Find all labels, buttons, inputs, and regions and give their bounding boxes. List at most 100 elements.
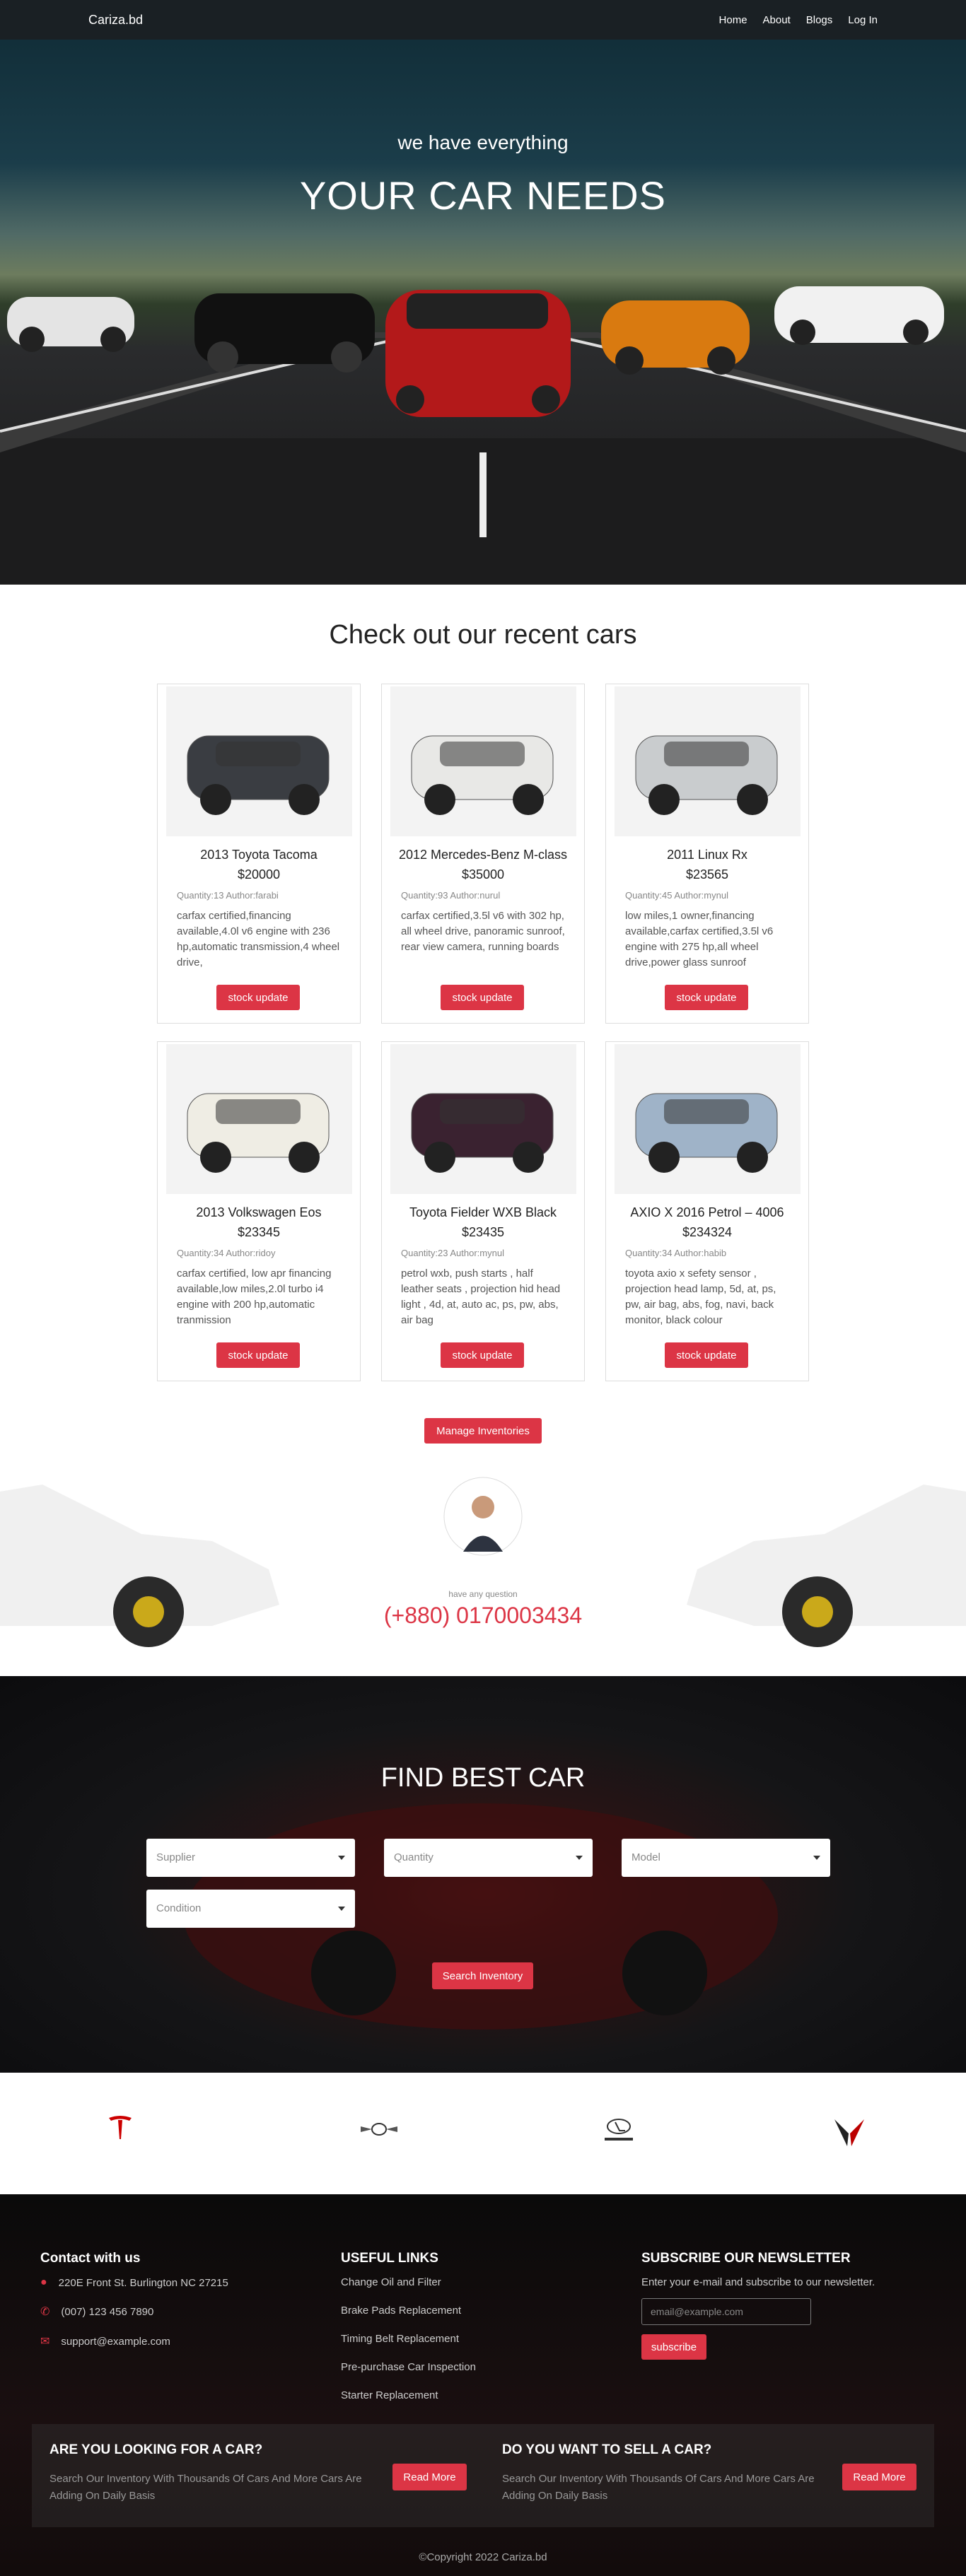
car-description: toyota axio x sefety sensor , projection… bbox=[625, 1267, 776, 1326]
recent-cars-section: Check out our recent cars bbox=[0, 585, 966, 650]
car-description: carfax certified,financing available,4.0… bbox=[177, 910, 340, 968]
footer-link[interactable]: Change Oil and Filter bbox=[341, 2276, 476, 2288]
car-grid: 2013 Toyota Tacoma $20000 Quantity:13 Auth… bbox=[157, 684, 809, 1381]
nav-about[interactable]: About bbox=[763, 14, 791, 26]
email-text[interactable]: support@example.com bbox=[61, 2336, 170, 2348]
links-title: USEFUL LINKS bbox=[341, 2251, 438, 2266]
footer-link[interactable]: Pre-purchase Car Inspection bbox=[341, 2361, 476, 2373]
email-row: ✉ support@example.com bbox=[40, 2334, 228, 2348]
newsletter-title: SUBSCRIBE OUR NEWSLETTER bbox=[641, 2251, 851, 2266]
model-select-value: Model bbox=[632, 1851, 661, 1863]
newsletter-text: Enter your e-mail and subscribe to our n… bbox=[641, 2276, 875, 2288]
car-price: $234324 bbox=[682, 1225, 733, 1239]
hero-subtitle: we have everything bbox=[397, 131, 569, 153]
quantity-select-value: Quantity bbox=[394, 1851, 433, 1863]
footer: Contact with us ● 220E Front St. Burlingt… bbox=[0, 2194, 966, 2576]
promo-bar: ARE YOU LOOKING FOR A CAR? Search Our In… bbox=[32, 2424, 934, 2527]
promo-sell-text: Search Our Inventory With Thousands Of C… bbox=[502, 2473, 815, 2502]
section-title: Check out our recent cars bbox=[329, 620, 637, 650]
car-meta: Quantity:45 Author:mynul bbox=[625, 890, 728, 901]
contact-phone[interactable]: (+880) 0170003434 bbox=[0, 1603, 966, 1629]
read-more-button[interactable]: Read More bbox=[392, 2464, 467, 2490]
phone-text[interactable]: (007) 123 456 7890 bbox=[61, 2306, 153, 2318]
quantity-select[interactable]: Quantity bbox=[384, 1839, 593, 1877]
condition-select[interactable]: Condition bbox=[146, 1890, 355, 1928]
mail-icon: ✉ bbox=[40, 2336, 50, 2348]
car-price: $23345 bbox=[237, 1225, 281, 1239]
car-meta: Quantity:93 Author:nurul bbox=[401, 890, 501, 901]
hero-banner: we have everything YOUR CAR NEEDS bbox=[0, 0, 966, 585]
car-name: 2012 Mercedes-Benz M-class bbox=[398, 848, 568, 862]
car-card: 2013 Volkswagen Eos $23345 Quantity:34 Aut… bbox=[157, 1041, 361, 1381]
car-image bbox=[390, 1044, 576, 1194]
footer-link[interactable]: Starter Replacement bbox=[341, 2389, 476, 2401]
car-price: $23565 bbox=[685, 867, 729, 882]
car-name: 2013 Toyota Tacoma bbox=[200, 848, 318, 862]
location-icon: ● bbox=[40, 2276, 47, 2288]
manage-inventories-button[interactable]: Manage Inventories bbox=[424, 1418, 542, 1444]
stock-update-button[interactable]: stock update bbox=[665, 985, 748, 1010]
search-inventory-button[interactable]: Search Inventory bbox=[432, 1962, 533, 1989]
car-description: carfax certified,3.5l v6 with 302 hp, al… bbox=[401, 910, 565, 953]
nav-links: Home About Blogs Log In bbox=[719, 14, 878, 26]
car-card: AXIO X 2016 Petrol – 4006 $234324 Quantity… bbox=[605, 1041, 809, 1381]
copyright: ©Copyright 2022 Cariza.bd bbox=[419, 2551, 547, 2563]
address-row: ● 220E Front St. Burlington NC 27215 bbox=[40, 2276, 228, 2289]
footer-links: USEFUL LINKS Change Oil and Filter Brake… bbox=[341, 2251, 476, 2418]
supplier-select[interactable]: Supplier bbox=[146, 1839, 355, 1877]
car-image bbox=[390, 686, 576, 836]
promo-buy-text: Search Our Inventory With Thousands Of C… bbox=[50, 2473, 362, 2502]
phone-row: ✆ (007) 123 456 7890 bbox=[40, 2305, 228, 2319]
lexus-logo[interactable] bbox=[598, 2114, 639, 2145]
stock-update-button[interactable]: stock update bbox=[665, 1342, 748, 1368]
car-card: Toyota Fielder WXB Black $23435 Quantity:2… bbox=[381, 1041, 585, 1381]
mini-logo[interactable] bbox=[359, 2114, 399, 2145]
footer-newsletter: SUBSCRIBE OUR NEWSLETTER Enter your e-ma… bbox=[641, 2251, 875, 2360]
promo-buy: ARE YOU LOOKING FOR A CAR? Search Our In… bbox=[50, 2442, 368, 2505]
nav-home[interactable]: Home bbox=[719, 14, 747, 26]
stock-update-button[interactable]: stock update bbox=[441, 1342, 524, 1368]
brand-logos bbox=[0, 2073, 966, 2194]
model-select[interactable]: Model bbox=[622, 1839, 830, 1877]
car-name: 2013 Volkswagen Eos bbox=[196, 1205, 322, 1219]
newsletter-email-input[interactable]: email@example.com bbox=[641, 2298, 811, 2325]
car-card: 2011 Linux Rx $23565 Quantity:45 Author:my… bbox=[605, 684, 809, 1024]
chevron-down-icon bbox=[576, 1856, 583, 1860]
promo-buy-title: ARE YOU LOOKING FOR A CAR? bbox=[50, 2442, 263, 2457]
corvette-logo[interactable] bbox=[833, 2114, 866, 2149]
sports-car-images bbox=[0, 1477, 966, 1647]
read-more-button[interactable]: Read More bbox=[842, 2464, 916, 2490]
address-text: 220E Front St. Burlington NC 27215 bbox=[58, 2276, 228, 2289]
contact-title: Contact with us bbox=[40, 2251, 141, 2266]
footer-link[interactable]: Brake Pads Replacement bbox=[341, 2305, 476, 2317]
subscribe-button[interactable]: subscribe bbox=[641, 2334, 706, 2360]
car-meta: Quantity:23 Author:mynul bbox=[401, 1248, 504, 1258]
stock-update-button[interactable]: stock update bbox=[216, 985, 300, 1010]
car-image bbox=[615, 1044, 801, 1194]
car-image bbox=[166, 686, 352, 836]
car-image bbox=[166, 1044, 352, 1194]
supplier-select-value: Supplier bbox=[156, 1851, 196, 1863]
hero-title: YOUR CAR NEEDS bbox=[299, 173, 667, 218]
promo-sell-title: DO YOU WANT TO SELL A CAR? bbox=[502, 2442, 712, 2457]
car-description: carfax certified, low apr financing avai… bbox=[177, 1267, 332, 1326]
car-card: 2013 Toyota Tacoma $20000 Quantity:13 Auth… bbox=[157, 684, 361, 1024]
car-meta: Quantity:34 Author:habib bbox=[625, 1248, 727, 1258]
promo-sell: DO YOU WANT TO SELL A CAR? Search Our In… bbox=[502, 2442, 820, 2505]
nav-blogs[interactable]: Blogs bbox=[806, 14, 833, 26]
car-description: petrol wxb, push starts , half leather s… bbox=[401, 1267, 561, 1326]
nav-login[interactable]: Log In bbox=[848, 14, 878, 26]
footer-contact: Contact with us ● 220E Front St. Burlingt… bbox=[40, 2251, 228, 2364]
car-meta: Quantity:34 Author:ridoy bbox=[177, 1248, 276, 1258]
chevron-down-icon bbox=[338, 1856, 345, 1860]
tesla-logo[interactable] bbox=[106, 2114, 134, 2145]
car-image bbox=[615, 686, 801, 836]
stock-update-button[interactable]: stock update bbox=[216, 1342, 300, 1368]
car-name: AXIO X 2016 Petrol – 4006 bbox=[630, 1205, 784, 1219]
car-name: Toyota Fielder WXB Black bbox=[409, 1205, 557, 1219]
brand-logo[interactable]: Cariza.bd bbox=[88, 13, 143, 28]
car-price: $23435 bbox=[461, 1225, 505, 1239]
stock-update-button[interactable]: stock update bbox=[441, 985, 524, 1010]
footer-link[interactable]: Timing Belt Replacement bbox=[341, 2333, 476, 2345]
car-price: $35000 bbox=[461, 867, 505, 882]
